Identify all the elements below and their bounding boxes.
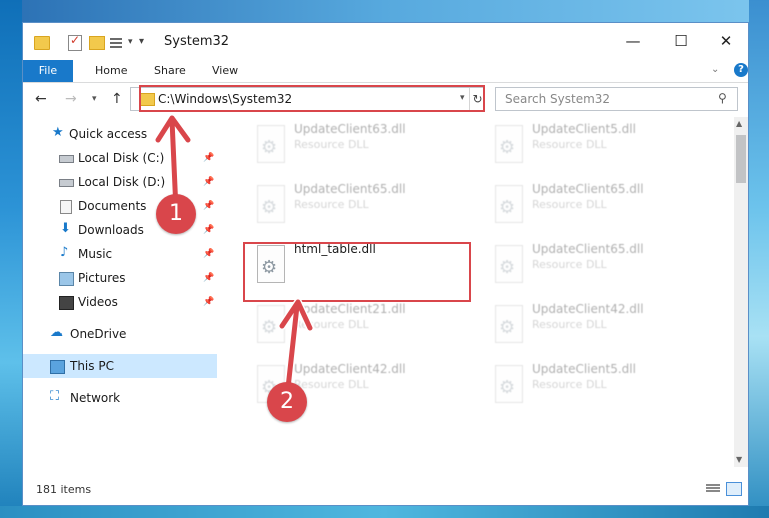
step-2-badge: 2: [267, 382, 307, 422]
annotation-arrows: [154, 114, 314, 392]
step-1-badge: 1: [156, 194, 196, 234]
